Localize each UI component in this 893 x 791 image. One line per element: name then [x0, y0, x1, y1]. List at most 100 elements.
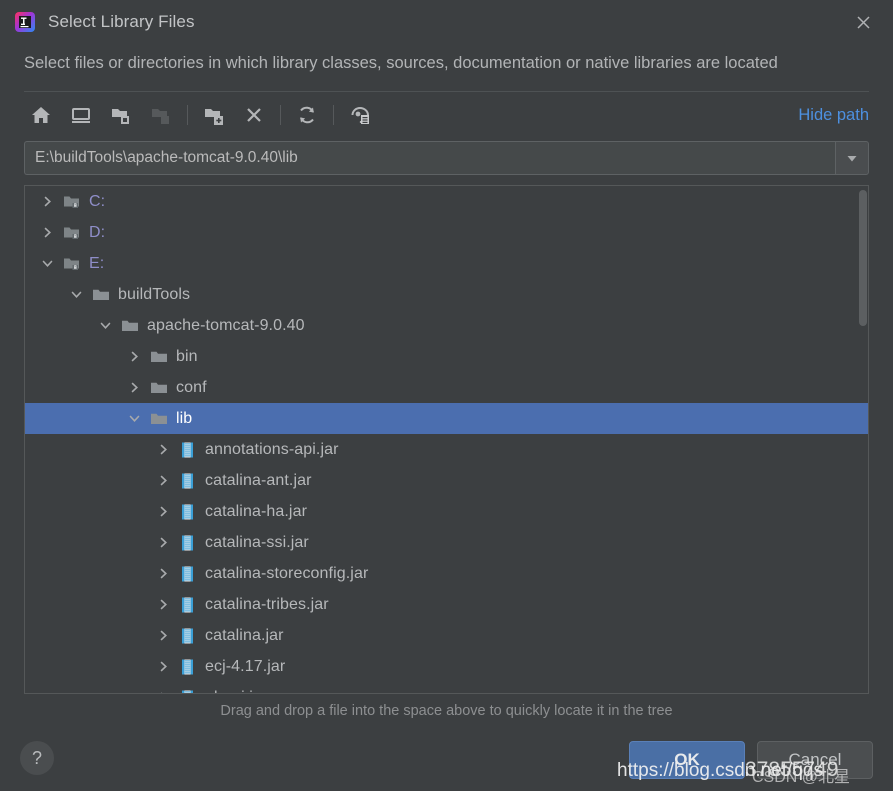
tree-row[interactable]: catalina-storeconfig.jar	[25, 558, 868, 589]
chevron-down-icon[interactable]	[64, 288, 88, 301]
tree-row-label: annotations-api.jar	[205, 440, 339, 458]
tree-row-label: ecj-4.17.jar	[205, 657, 286, 675]
jar-file-icon	[175, 534, 201, 552]
toolbar-divider-3	[333, 105, 334, 125]
tree-row-label: catalina-tribes.jar	[205, 595, 329, 613]
path-input[interactable]: E:\buildTools\apache-tomcat-9.0.40\lib	[24, 141, 835, 175]
drive-folder-locked-icon	[59, 193, 85, 211]
chevron-right-icon[interactable]	[151, 598, 175, 611]
delete-icon[interactable]	[237, 100, 271, 130]
cancel-button[interactable]: Cancel	[757, 741, 873, 779]
toolbar-divider-1	[187, 105, 188, 125]
tree-row[interactable]: lib	[25, 403, 868, 434]
tree-row-label: D:	[89, 223, 106, 241]
tree-row-label: E:	[89, 254, 105, 272]
directory-tree-panel: C: D: E: buildTools apache-tomcat-9.0.40 bin c…	[24, 185, 869, 694]
chevron-down-icon[interactable]	[122, 412, 146, 425]
jar-file-icon	[175, 441, 201, 459]
help-button[interactable]: ?	[20, 741, 54, 775]
tree-row[interactable]: catalina.jar	[25, 620, 868, 651]
tree-row-label: catalina-ant.jar	[205, 471, 312, 489]
dialog-actions: OK Cancel	[629, 741, 873, 779]
tree-row[interactable]: catalina-tribes.jar	[25, 589, 868, 620]
chevron-right-icon[interactable]	[151, 443, 175, 456]
tree-row[interactable]: bin	[25, 341, 868, 372]
tree-row[interactable]: E:	[25, 248, 868, 279]
tree-row-label: el-api.jar	[205, 689, 267, 694]
close-icon[interactable]	[847, 6, 879, 38]
show-hidden-files-icon[interactable]	[343, 100, 377, 130]
dialog-description: Select files or directories in which lib…	[24, 54, 778, 72]
drive-folder-locked-icon	[59, 255, 85, 273]
chevron-right-icon[interactable]	[122, 350, 146, 363]
tree-row-label: apache-tomcat-9.0.40	[147, 316, 305, 334]
folder-icon	[146, 348, 172, 366]
tree-row[interactable]: catalina-ha.jar	[25, 496, 868, 527]
chevron-down-icon[interactable]	[93, 319, 117, 332]
tree-row[interactable]: conf	[25, 372, 868, 403]
jar-file-icon	[175, 472, 201, 490]
jar-file-icon	[175, 658, 201, 676]
tree-row[interactable]: annotations-api.jar	[25, 434, 868, 465]
tree-scrollbar[interactable]	[857, 186, 868, 693]
folder-icon	[146, 410, 172, 428]
tree-row-label: catalina-storeconfig.jar	[205, 564, 369, 582]
toolbar-divider-2	[280, 105, 281, 125]
directory-tree[interactable]: C: D: E: buildTools apache-tomcat-9.0.40 bin c…	[25, 186, 868, 693]
tree-row[interactable]: D:	[25, 217, 868, 248]
file-chooser-toolbar: Hide path	[0, 92, 893, 138]
chevron-right-icon[interactable]	[151, 660, 175, 673]
chevron-right-icon[interactable]	[35, 226, 59, 239]
chevron-down-icon[interactable]	[835, 141, 869, 175]
tree-row[interactable]: catalina-ant.jar	[25, 465, 868, 496]
tree-row-label: bin	[176, 347, 198, 365]
tree-row-label: C:	[89, 192, 106, 210]
jar-file-icon	[175, 596, 201, 614]
tree-row-label: catalina.jar	[205, 626, 284, 644]
desktop-icon[interactable]	[64, 100, 98, 130]
refresh-icon[interactable]	[290, 100, 324, 130]
tree-row[interactable]: el-api.jar	[25, 682, 868, 693]
hide-path-link[interactable]: Hide path	[798, 106, 869, 125]
drag-drop-hint: Drag and drop a file into the space abov…	[220, 703, 673, 719]
tree-row[interactable]: ecj-4.17.jar	[25, 651, 868, 682]
jar-file-icon	[175, 503, 201, 521]
home-icon[interactable]	[24, 100, 58, 130]
jar-file-icon	[175, 689, 201, 693]
chevron-right-icon[interactable]	[35, 195, 59, 208]
drive-folder-locked-icon	[59, 224, 85, 242]
tree-row[interactable]: apache-tomcat-9.0.40	[25, 310, 868, 341]
chevron-right-icon[interactable]	[151, 505, 175, 518]
chevron-right-icon[interactable]	[151, 536, 175, 549]
tree-row[interactable]: C:	[25, 186, 868, 217]
tree-row-label: conf	[176, 378, 207, 396]
tree-row[interactable]: catalina-ssi.jar	[25, 527, 868, 558]
tree-row-label: buildTools	[118, 285, 191, 303]
path-row: E:\buildTools\apache-tomcat-9.0.40\lib	[0, 138, 893, 185]
jar-file-icon	[175, 627, 201, 645]
tree-row-label: catalina-ha.jar	[205, 502, 307, 520]
folder-expand-icon[interactable]	[104, 100, 138, 130]
tree-scrollbar-thumb[interactable]	[859, 190, 867, 326]
ok-button[interactable]: OK	[629, 741, 745, 779]
tree-row-label: lib	[176, 409, 193, 427]
chevron-right-icon[interactable]	[151, 474, 175, 487]
jar-file-icon	[175, 565, 201, 583]
tree-row[interactable]: buildTools	[25, 279, 868, 310]
chevron-right-icon[interactable]	[151, 691, 175, 693]
folder-icon	[88, 286, 114, 304]
chevron-right-icon[interactable]	[122, 381, 146, 394]
chevron-right-icon[interactable]	[151, 567, 175, 580]
chevron-right-icon[interactable]	[151, 629, 175, 642]
tree-row-label: catalina-ssi.jar	[205, 533, 309, 551]
folder-icon	[117, 317, 143, 335]
title-bar: Select Library Files	[0, 0, 893, 44]
dialog-title: Select Library Files	[48, 12, 195, 31]
folder-collapse-icon	[144, 100, 178, 130]
chevron-down-icon[interactable]	[35, 257, 59, 270]
dialog-button-bar: ? OK Cancel	[0, 725, 893, 791]
folder-icon	[146, 379, 172, 397]
intellij-idea-logo-icon	[14, 11, 36, 33]
new-folder-icon[interactable]	[197, 100, 231, 130]
select-library-files-dialog: Select Library Files Select files or dir…	[0, 0, 893, 791]
